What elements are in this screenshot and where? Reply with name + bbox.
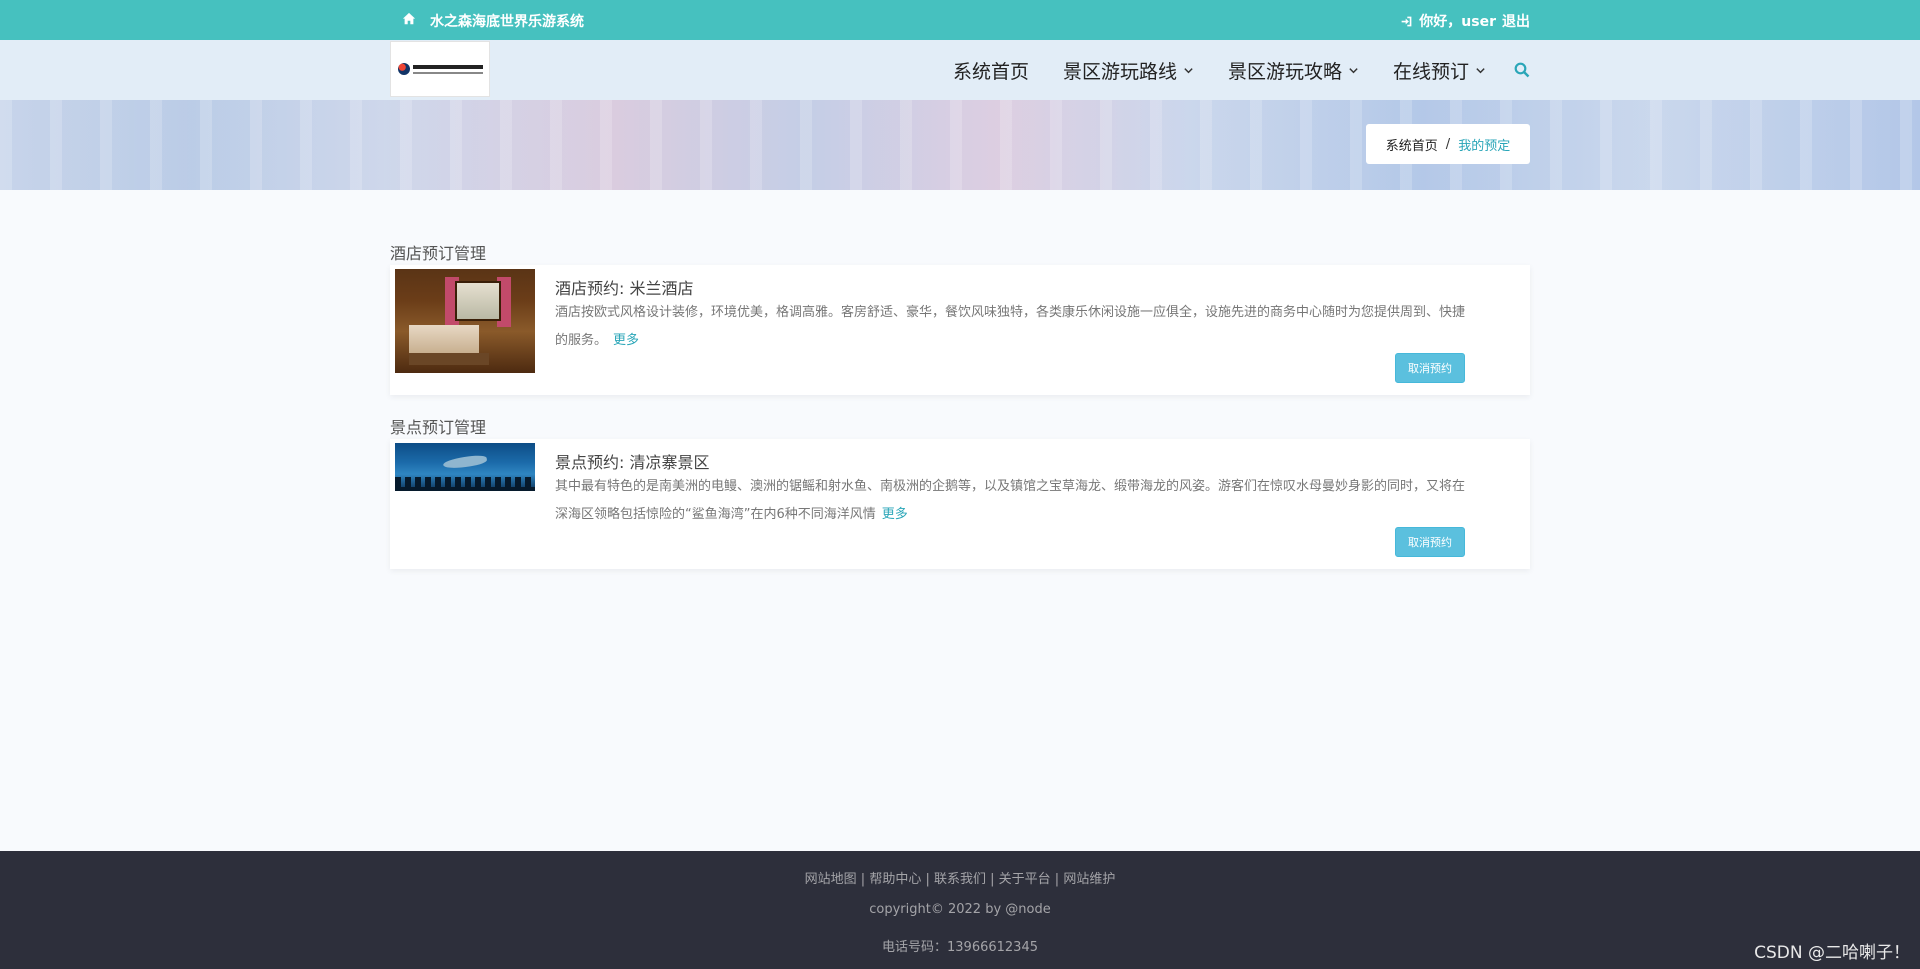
booking-description: 其中最有特色的是南美洲的电鳗、澳洲的锯鳐和射水鱼、南极洲的企鹅等，以及镇馆之宝草…: [555, 473, 1470, 529]
hotel-image[interactable]: [395, 269, 535, 373]
logout-link[interactable]: 退出: [1502, 11, 1530, 31]
nav-item-label: 系统首页: [952, 60, 1029, 83]
booking-card-scenic: 景点预约: 清凉寨景区 其中最有特色的是南美洲的电鳗、澳洲的锯鳐和射水鱼、南极洲…: [390, 439, 1530, 569]
section-title-scenic: 景点预订管理: [390, 418, 487, 437]
booking-description: 酒店按欧式风格设计装修，环境优美，格调高雅。客房舒适、豪华，餐饮风味独特，各类康…: [555, 299, 1470, 355]
site-logo[interactable]: [390, 41, 490, 97]
chevron-down-icon: [1349, 67, 1358, 73]
description-text: 酒店按欧式风格设计装修，环境优美，格调高雅。客房舒适、豪华，餐饮风味独特，各类康…: [555, 305, 1466, 348]
chevron-down-icon: [1184, 67, 1193, 73]
breadcrumb: 系统首页 / 我的预定: [1366, 124, 1530, 164]
footer-link-maintenance[interactable]: 网站维护: [1063, 872, 1115, 887]
nav-item-home[interactable]: 系统首页: [953, 57, 1029, 84]
booking-title[interactable]: 景点预约: 清凉寨景区: [555, 449, 709, 473]
footer-link-about[interactable]: 关于平台: [999, 872, 1051, 887]
booking-card-hotel: 酒店预约: 米兰酒店 酒店按欧式风格设计装修，环境优美，格调高雅。客房舒适、豪华…: [390, 265, 1530, 395]
footer-link-help[interactable]: 帮助中心: [869, 872, 921, 887]
logo-globe-icon: [397, 63, 410, 75]
logo-text: [412, 64, 483, 74]
nav-item-booking[interactable]: 在线预订: [1393, 57, 1486, 84]
scenic-image[interactable]: [395, 443, 535, 491]
breadcrumb-current: 我的预定: [1458, 138, 1511, 154]
booking-title[interactable]: 酒店预约: 米兰酒店: [555, 275, 693, 299]
footer-link-contact[interactable]: 联系我们: [934, 872, 986, 887]
watermark: CSDN @二哈喇子！: [1754, 943, 1910, 963]
breadcrumb-separator: /: [1445, 136, 1451, 152]
nav-item-label: 景区游玩路线: [1062, 60, 1177, 83]
description-text: 其中最有特色的是南美洲的电鳗、澳洲的锯鳐和射水鱼、南极洲的企鹅等，以及镇馆之宝草…: [555, 479, 1466, 522]
search-icon[interactable]: [1514, 62, 1530, 78]
top-bar: 水之森海底世界乐游系统 你好，user 退出: [0, 0, 1920, 40]
nav-item-routes[interactable]: 景区游玩路线: [1063, 57, 1194, 84]
chevron-down-icon: [1476, 67, 1485, 73]
nav-item-label: 景区游玩攻略: [1227, 60, 1342, 83]
cancel-booking-button[interactable]: 取消预约: [1395, 353, 1465, 383]
user-greeting[interactable]: 你好，user: [1419, 11, 1496, 31]
footer-phone: 电话号码：13966612345: [882, 940, 1038, 955]
nav-menu: 系统首页 景区游玩路线 景区游玩攻略 在线预订: [919, 40, 1530, 100]
section-title-hotel: 酒店预订管理: [390, 244, 487, 263]
cancel-booking-button[interactable]: 取消预约: [1395, 527, 1465, 557]
breadcrumb-home[interactable]: 系统首页: [1386, 135, 1438, 154]
footer-link-sitemap[interactable]: 网站地图: [805, 872, 857, 887]
page-banner: 系统首页 / 我的预定: [0, 100, 1920, 190]
site-footer: 网站地图 | 帮助中心 | 联系我们 | 关于平台 | 网站维护 copyrig…: [0, 851, 1920, 969]
sign-in-icon: [1401, 16, 1412, 26]
nav-item-label: 在线预订: [1392, 60, 1469, 83]
site-name[interactable]: 水之森海底世界乐游系统: [430, 11, 584, 31]
more-link[interactable]: 更多: [613, 333, 639, 348]
more-link[interactable]: 更多: [882, 507, 908, 522]
footer-copyright: copyright© 2022 by @node: [869, 902, 1051, 917]
user-area: 你好，user 退出: [1400, 11, 1530, 31]
footer-links: 网站地图 | 帮助中心 | 联系我们 | 关于平台 | 网站维护: [804, 872, 1116, 887]
home-icon[interactable]: [402, 12, 416, 26]
main-navbar: 系统首页 景区游玩路线 景区游玩攻略 在线预订: [0, 40, 1920, 100]
nav-item-guides[interactable]: 景区游玩攻略: [1228, 57, 1359, 84]
